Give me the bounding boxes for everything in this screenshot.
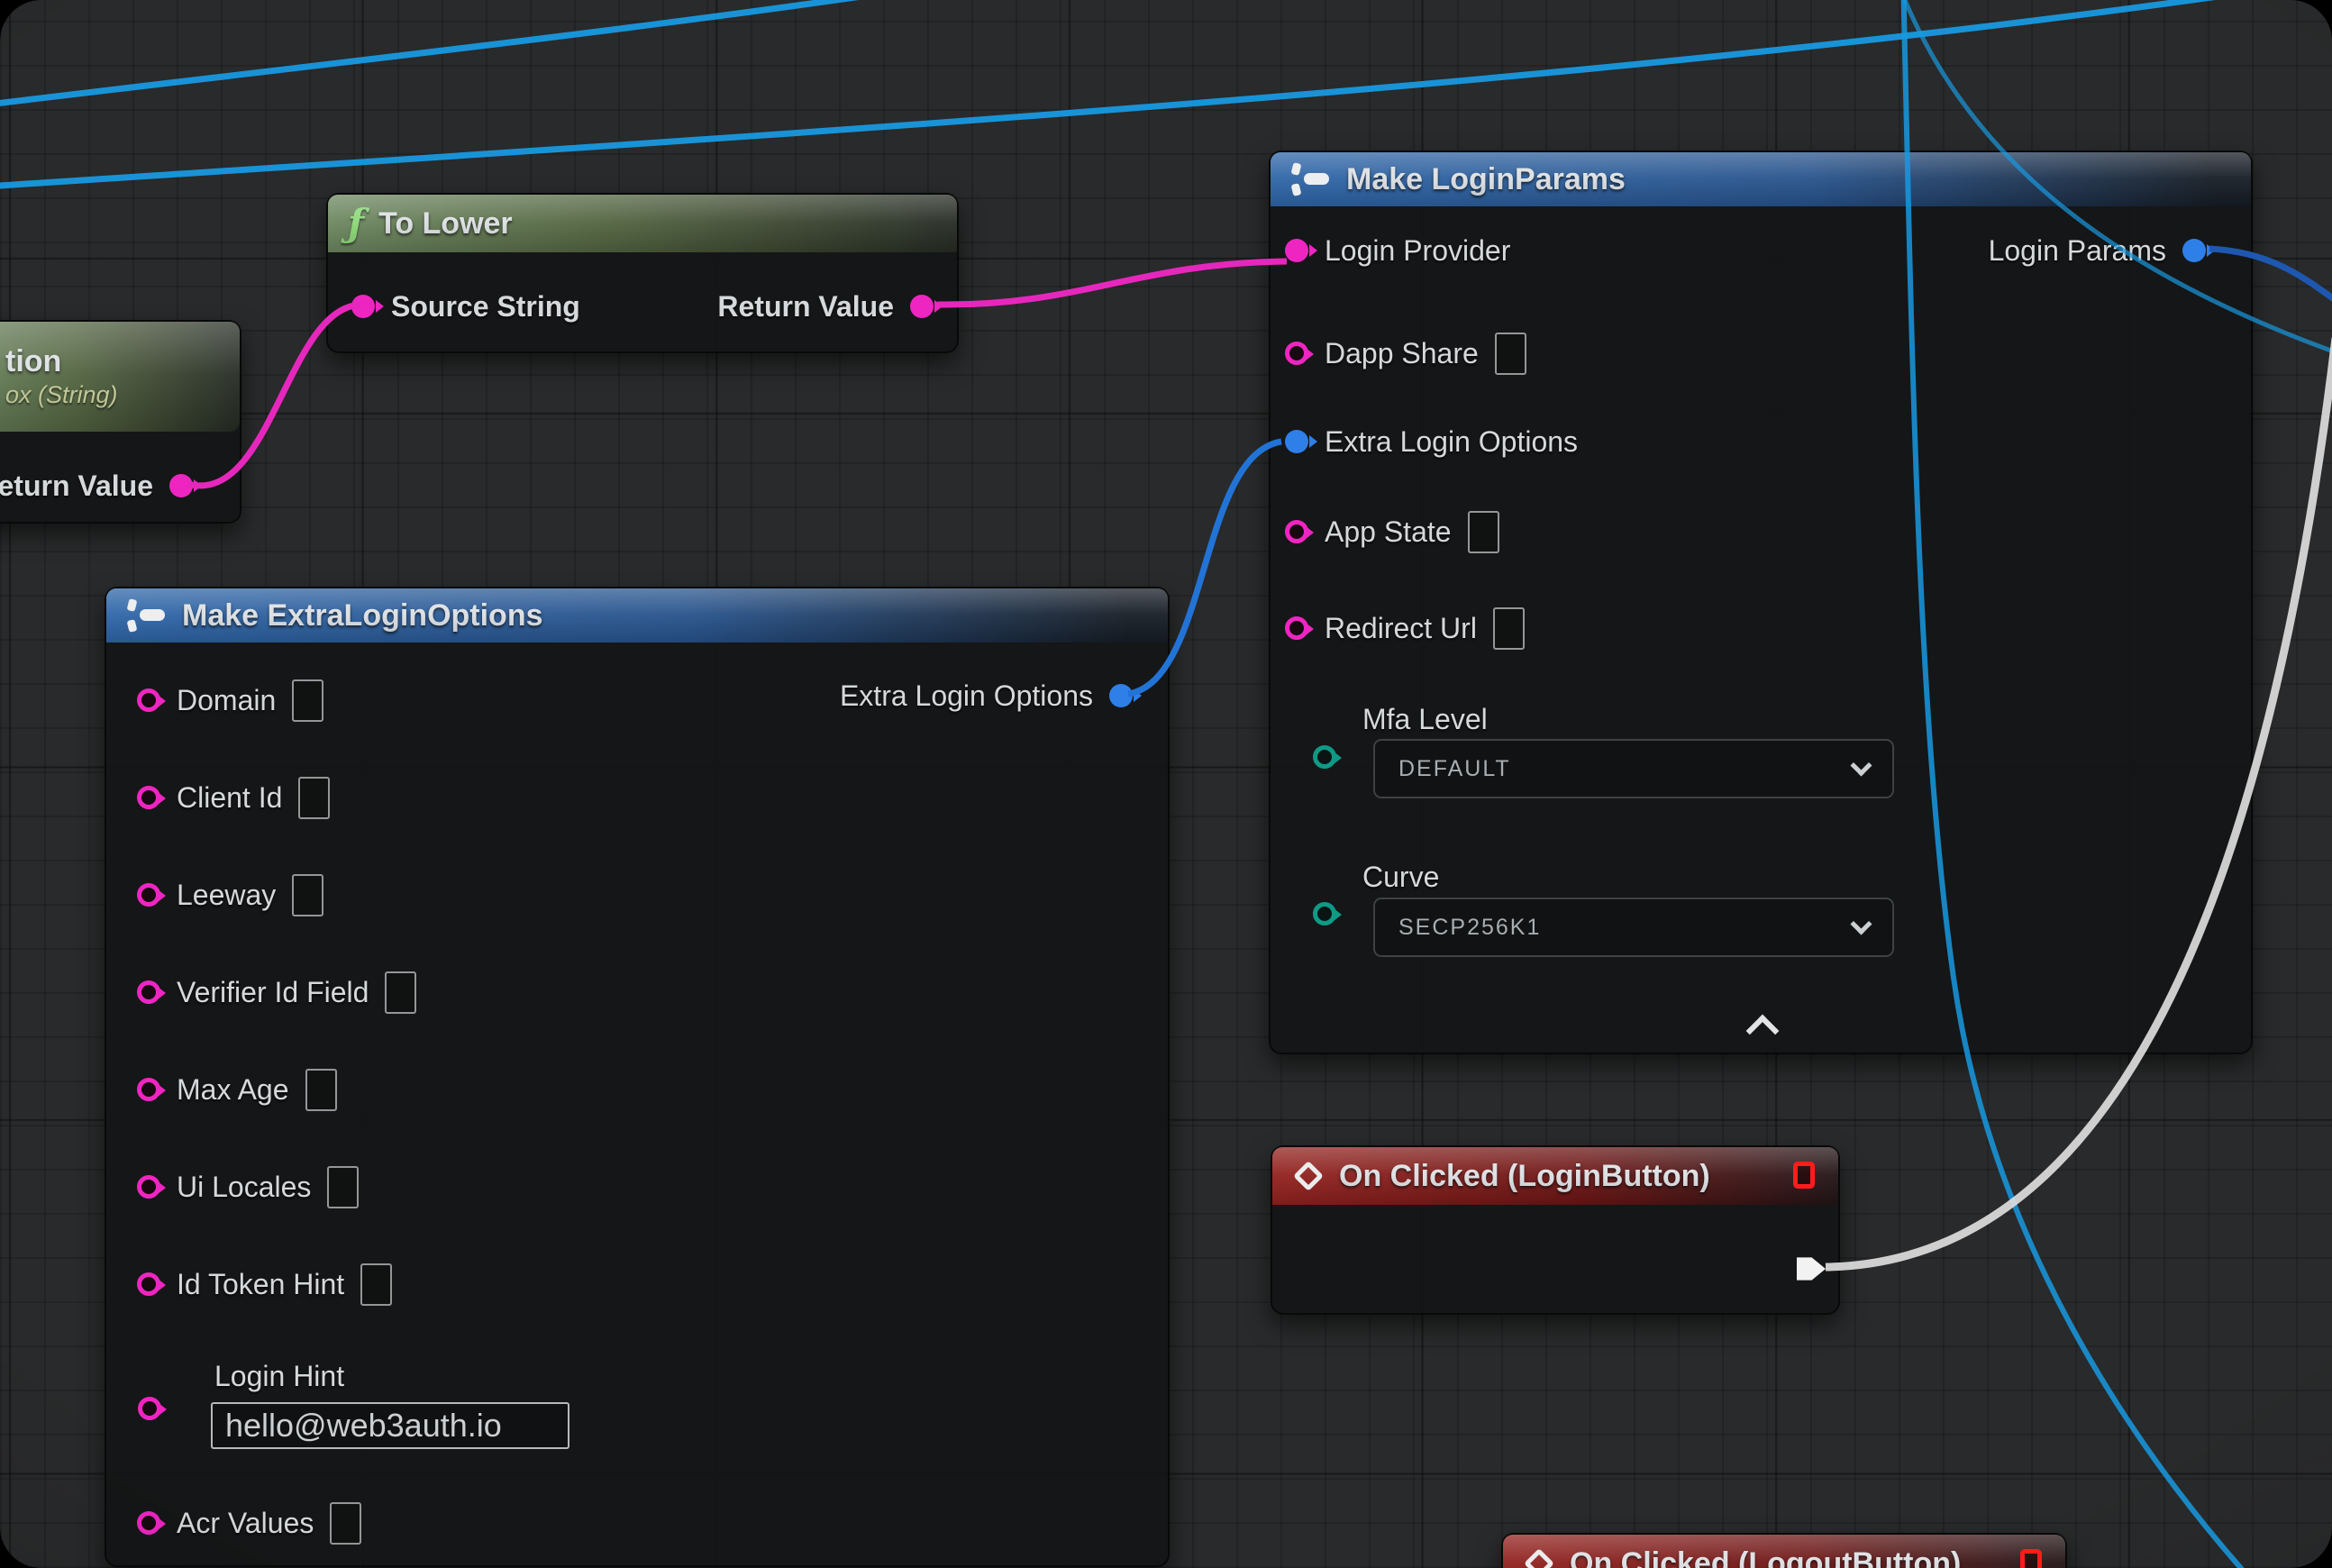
delegate-output-pin[interactable] <box>1793 1162 1815 1189</box>
id-token-hint-pin[interactable] <box>137 1272 160 1296</box>
wire-cyan-top-left[interactable] <box>0 0 1007 106</box>
node-to-lower[interactable]: ƒ To Lower Source String Return Value <box>326 193 959 353</box>
delegate-output-pin[interactable] <box>2020 1549 2042 1568</box>
curve-value: SECP256K1 <box>1398 915 1854 941</box>
redirect-url-pin[interactable] <box>1285 616 1308 640</box>
make-extra-title: Make ExtraLoginOptions <box>182 598 543 634</box>
leeway-pin[interactable] <box>137 883 160 907</box>
on-clicked-login-header[interactable]: On Clicked (LoginButton) <box>1272 1147 1838 1205</box>
verifier-id-field-pin[interactable] <box>137 980 160 1004</box>
domain-value-box[interactable] <box>292 679 323 722</box>
client-id-value-box[interactable] <box>298 777 330 819</box>
dapp-share-pin[interactable] <box>1285 342 1308 365</box>
login-hint-pin[interactable] <box>138 1397 161 1420</box>
node-make-login-params[interactable]: Make LoginParams Login Provider Login Pa… <box>1269 150 2253 1054</box>
on-clicked-logout-title: On Clicked (LogoutButton) <box>1570 1546 1961 1568</box>
return-value-pin[interactable] <box>169 474 193 497</box>
extra-login-options-out-label: Extra Login Options <box>840 679 1093 713</box>
make-struct-icon <box>126 599 168 632</box>
domain-label: Domain <box>177 684 276 717</box>
verifier-id-field-label: Verifier Id Field <box>177 976 369 1009</box>
app-state-label: App State <box>1325 515 1452 549</box>
to-lower-header[interactable]: ƒ To Lower <box>328 195 957 252</box>
mfa-level-value: DEFAULT <box>1398 756 1854 782</box>
chevron-down-icon <box>1850 913 1872 934</box>
on-clicked-login-title: On Clicked (LoginButton) <box>1339 1159 1710 1194</box>
on-clicked-logout-header[interactable]: On Clicked (LogoutButton) <box>1503 1535 2065 1568</box>
partial-node-subtitle: ox (String) <box>5 381 118 409</box>
event-diamond-icon <box>1293 1161 1324 1191</box>
client-id-pin[interactable] <box>137 786 160 809</box>
login-provider-label: Login Provider <box>1325 234 1510 268</box>
app-state-value-box[interactable] <box>1468 511 1499 553</box>
function-icon: ƒ <box>348 205 364 242</box>
node-on-clicked-login-button[interactable]: On Clicked (LoginButton) <box>1271 1145 1840 1315</box>
max-age-value-box[interactable] <box>305 1069 337 1111</box>
leeway-value-box[interactable] <box>292 874 323 916</box>
exec-output-pin[interactable] <box>1797 1255 1826 1282</box>
id-token-hint-value-box[interactable] <box>360 1263 392 1306</box>
to-lower-return-pin[interactable] <box>910 295 934 318</box>
mfa-level-label: Mfa Level <box>1362 703 1488 736</box>
partial-node-title: tion <box>5 344 61 379</box>
login-hint-label: Login Hint <box>214 1360 344 1393</box>
verifier-id-field-value-box[interactable] <box>385 971 416 1014</box>
extra-login-options-out-pin[interactable] <box>1109 684 1133 707</box>
collapse-pins-button[interactable] <box>1746 1015 1780 1048</box>
ui-locales-label: Ui Locales <box>177 1171 311 1204</box>
acr-values-value-box[interactable] <box>330 1502 361 1545</box>
curve-pin[interactable] <box>1313 902 1336 925</box>
max-age-pin[interactable] <box>137 1078 160 1101</box>
extra-login-options-in-label: Extra Login Options <box>1325 425 1578 459</box>
make-struct-icon <box>1290 163 1332 196</box>
make-login-params-header[interactable]: Make LoginParams <box>1271 152 2251 206</box>
login-provider-pin[interactable] <box>1285 239 1308 262</box>
event-diamond-icon <box>1524 1548 1554 1568</box>
blueprint-graph-canvas[interactable]: tion ox (String) eturn Value ƒ To Lower … <box>0 0 2332 1568</box>
mfa-level-pin[interactable] <box>1313 745 1336 769</box>
mfa-level-dropdown[interactable]: DEFAULT <box>1373 739 1894 798</box>
login-params-out-pin[interactable] <box>2182 239 2206 262</box>
app-state-pin[interactable] <box>1285 520 1308 543</box>
redirect-url-label: Redirect Url <box>1325 612 1477 645</box>
make-login-params-title: Make LoginParams <box>1346 162 1626 197</box>
to-lower-title: To Lower <box>378 206 513 242</box>
id-token-hint-label: Id Token Hint <box>177 1268 344 1301</box>
domain-pin[interactable] <box>137 688 160 712</box>
dapp-share-value-box[interactable] <box>1495 333 1526 375</box>
node-on-clicked-logout-button[interactable]: On Clicked (LogoutButton) <box>1501 1533 2067 1568</box>
extra-login-options-in-pin[interactable] <box>1285 430 1308 453</box>
curve-label: Curve <box>1362 861 1439 894</box>
partial-output-label: eturn Value <box>0 469 153 503</box>
to-lower-return-label: Return Value <box>717 290 894 324</box>
ui-locales-pin[interactable] <box>137 1175 160 1199</box>
source-string-label: Source String <box>391 290 580 324</box>
ui-locales-value-box[interactable] <box>327 1166 359 1208</box>
chevron-down-icon <box>1850 754 1872 776</box>
login-params-out-label: Login Params <box>1989 234 2166 268</box>
partial-node-header[interactable]: tion ox (String) <box>0 322 240 432</box>
login-hint-input[interactable]: hello@web3auth.io <box>211 1402 569 1449</box>
source-string-pin[interactable] <box>351 295 375 318</box>
redirect-url-value-box[interactable] <box>1493 607 1525 650</box>
node-make-extra-login-options[interactable]: Make ExtraLoginOptions Domain Extra Logi… <box>105 587 1170 1567</box>
max-age-label: Max Age <box>177 1073 289 1107</box>
node-partial-function[interactable]: tion ox (String) eturn Value <box>0 320 241 524</box>
acr-values-pin[interactable] <box>137 1511 160 1535</box>
curve-dropdown[interactable]: SECP256K1 <box>1373 898 1894 957</box>
make-extra-header[interactable]: Make ExtraLoginOptions <box>106 588 1168 643</box>
wire-pink-return-to-login-provider[interactable] <box>937 261 1287 305</box>
leeway-label: Leeway <box>177 879 276 912</box>
client-id-label: Client Id <box>177 781 282 815</box>
dapp-share-label: Dapp Share <box>1325 337 1479 370</box>
acr-values-label: Acr Values <box>177 1507 314 1540</box>
